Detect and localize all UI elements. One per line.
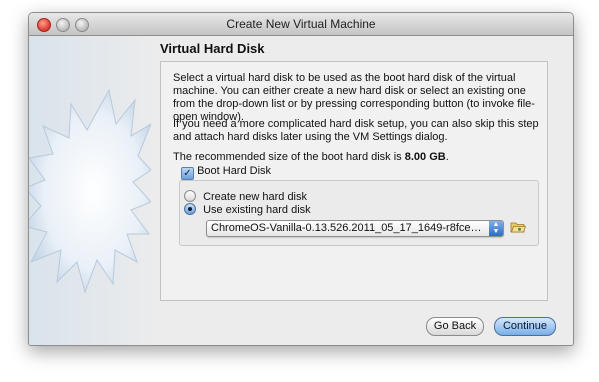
window-title: Create New Virtual Machine bbox=[226, 17, 376, 31]
boot-hard-disk-label: Boot Hard Disk bbox=[197, 165, 272, 177]
folder-open-icon[interactable] bbox=[510, 219, 526, 235]
boot-hard-disk-checkbox-row[interactable]: ✓ Boot Hard Disk bbox=[181, 165, 271, 180]
starburst-icon bbox=[29, 88, 151, 294]
description-text: Select a virtual hard disk to be used as… bbox=[173, 72, 535, 123]
boot-hard-disk-checkbox[interactable]: ✓ bbox=[181, 167, 194, 180]
wizard-window: Create New Virtual Machine Virtual Hard … bbox=[28, 12, 574, 346]
recommended-size-prefix: The recommended size of the boot hard di… bbox=[173, 151, 405, 163]
hard-disk-options-group: Create new hard disk Use existing hard d… bbox=[179, 180, 539, 246]
existing-disk-select-value: ChromeOS-Vanilla-0.13.526.2011_05_17_164… bbox=[211, 222, 483, 234]
use-existing-disk-radio[interactable] bbox=[184, 203, 196, 215]
title-bar: Create New Virtual Machine bbox=[29, 13, 573, 36]
existing-disk-select[interactable]: ChromeOS-Vanilla-0.13.526.2011_05_17_164… bbox=[206, 220, 504, 237]
recommended-size-value: 8.00 GB bbox=[404, 151, 446, 163]
recommended-size-suffix: . bbox=[445, 151, 449, 163]
use-existing-disk-option[interactable]: Use existing hard disk bbox=[184, 203, 311, 216]
continue-button[interactable]: Continue bbox=[494, 317, 556, 336]
go-back-button[interactable]: Go Back bbox=[426, 317, 484, 336]
create-new-disk-option[interactable]: Create new hard disk bbox=[184, 190, 307, 203]
page-title: Virtual Hard Disk bbox=[160, 41, 265, 56]
create-new-disk-radio[interactable] bbox=[184, 190, 196, 202]
advanced-note-text: If you need a more complicated hard disk… bbox=[173, 118, 539, 143]
use-existing-disk-label: Use existing hard disk bbox=[203, 204, 311, 216]
wizard-side-pane bbox=[29, 36, 159, 345]
updown-arrows-icon[interactable]: ▲ ▼ bbox=[489, 221, 503, 236]
content-panel: Select a virtual hard disk to be used as… bbox=[160, 61, 548, 301]
recommended-size-text: The recommended size of the boot hard di… bbox=[173, 151, 545, 164]
create-new-disk-label: Create new hard disk bbox=[203, 191, 308, 203]
